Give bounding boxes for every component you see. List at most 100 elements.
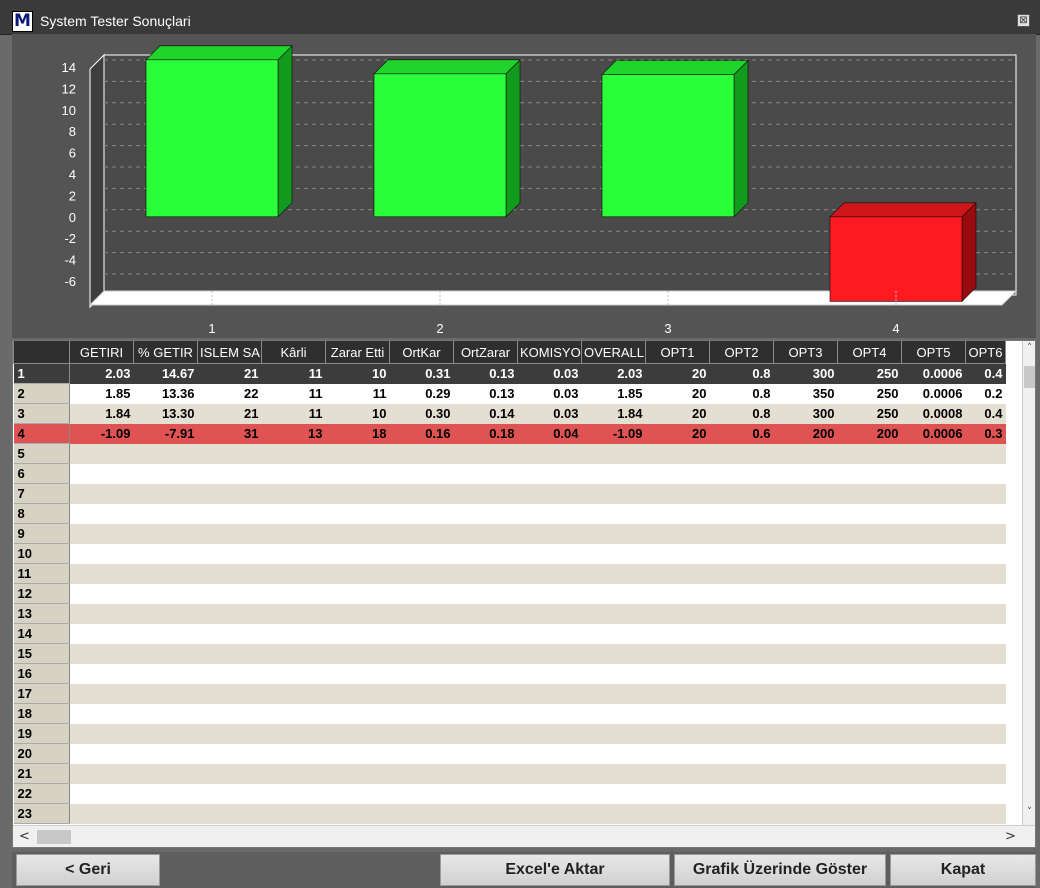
table-cell[interactable]: 0.8 bbox=[709, 383, 774, 404]
table-cell[interactable] bbox=[901, 583, 966, 604]
table-cell[interactable] bbox=[197, 723, 262, 744]
table-cell[interactable] bbox=[709, 483, 774, 504]
table-cell[interactable] bbox=[581, 663, 646, 684]
table-cell[interactable] bbox=[581, 623, 646, 644]
table-cell[interactable] bbox=[197, 583, 262, 604]
table-cell[interactable] bbox=[389, 603, 454, 624]
table-cell[interactable] bbox=[773, 523, 838, 544]
table-cell[interactable] bbox=[69, 743, 134, 764]
table-cell[interactable] bbox=[965, 723, 1006, 744]
row-number[interactable]: 20 bbox=[13, 743, 70, 764]
table-cell[interactable] bbox=[837, 763, 902, 784]
table-cell[interactable] bbox=[261, 503, 326, 524]
table-cell[interactable] bbox=[261, 483, 326, 504]
table-cell[interactable] bbox=[645, 443, 710, 464]
table-cell[interactable] bbox=[837, 563, 902, 584]
table-cell[interactable]: 10 bbox=[325, 403, 390, 424]
table-cell[interactable] bbox=[837, 623, 902, 644]
table-cell[interactable] bbox=[965, 603, 1006, 624]
table-cell[interactable] bbox=[389, 723, 454, 744]
table-cell[interactable]: 0.3 bbox=[965, 423, 1006, 444]
table-cell[interactable] bbox=[645, 563, 710, 584]
table-cell[interactable] bbox=[325, 543, 390, 564]
table-cell[interactable] bbox=[837, 483, 902, 504]
table-row[interactable]: 21 bbox=[13, 763, 1006, 784]
table-cell[interactable]: 20 bbox=[645, 403, 710, 424]
table-cell[interactable] bbox=[709, 703, 774, 724]
table-row[interactable]: 11 bbox=[13, 563, 1006, 584]
table-cell[interactable] bbox=[197, 463, 262, 484]
table-cell[interactable]: 0.14 bbox=[453, 403, 518, 424]
table-cell[interactable] bbox=[325, 563, 390, 584]
table-cell[interactable] bbox=[645, 763, 710, 784]
table-cell[interactable] bbox=[517, 543, 582, 564]
table-cell[interactable] bbox=[645, 783, 710, 804]
table-cell[interactable] bbox=[261, 703, 326, 724]
table-cell[interactable] bbox=[773, 723, 838, 744]
table-cell[interactable] bbox=[837, 443, 902, 464]
table-cell[interactable]: 0.8 bbox=[709, 363, 774, 384]
table-cell[interactable] bbox=[709, 463, 774, 484]
table-cell[interactable]: 13 bbox=[261, 423, 326, 444]
table-cell[interactable] bbox=[709, 663, 774, 684]
table-row[interactable]: 19 bbox=[13, 723, 1006, 744]
table-cell[interactable] bbox=[517, 603, 582, 624]
table-cell[interactable] bbox=[581, 463, 646, 484]
table-cell[interactable] bbox=[453, 663, 518, 684]
table-cell[interactable]: -7.91 bbox=[133, 423, 198, 444]
table-row[interactable]: 14 bbox=[13, 623, 1006, 644]
table-cell[interactable] bbox=[133, 503, 198, 524]
table-cell[interactable] bbox=[773, 663, 838, 684]
row-number[interactable]: 6 bbox=[13, 463, 70, 484]
table-cell[interactable] bbox=[517, 663, 582, 684]
table-cell[interactable] bbox=[197, 743, 262, 764]
table-cell[interactable]: 0.03 bbox=[517, 383, 582, 404]
table-cell[interactable] bbox=[389, 703, 454, 724]
table-cell[interactable] bbox=[837, 803, 902, 824]
table-cell[interactable] bbox=[773, 703, 838, 724]
table-row[interactable]: 13 bbox=[13, 603, 1006, 624]
table-cell[interactable] bbox=[197, 443, 262, 464]
table-cell[interactable] bbox=[261, 543, 326, 564]
table-cell[interactable] bbox=[453, 483, 518, 504]
table-cell[interactable] bbox=[965, 623, 1006, 644]
table-cell[interactable] bbox=[133, 543, 198, 564]
table-cell[interactable] bbox=[325, 643, 390, 664]
table-cell[interactable] bbox=[389, 743, 454, 764]
row-number[interactable]: 22 bbox=[13, 783, 70, 804]
table-cell[interactable] bbox=[453, 603, 518, 624]
column-header[interactable]: OPT4 bbox=[837, 341, 902, 364]
table-cell[interactable]: 0.8 bbox=[709, 403, 774, 424]
table-cell[interactable]: 18 bbox=[325, 423, 390, 444]
table-cell[interactable] bbox=[197, 783, 262, 804]
table-cell[interactable] bbox=[133, 443, 198, 464]
table-cell[interactable] bbox=[453, 543, 518, 564]
table-cell[interactable]: -1.09 bbox=[69, 423, 134, 444]
row-number[interactable]: 23 bbox=[13, 803, 70, 824]
table-cell[interactable] bbox=[581, 443, 646, 464]
table-cell[interactable] bbox=[837, 583, 902, 604]
table-cell[interactable] bbox=[517, 783, 582, 804]
table-cell[interactable] bbox=[69, 763, 134, 784]
table-cell[interactable]: 22 bbox=[197, 383, 262, 404]
column-header[interactable]: Kârli bbox=[261, 341, 326, 364]
table-cell[interactable] bbox=[517, 463, 582, 484]
table-cell[interactable] bbox=[773, 623, 838, 644]
table-cell[interactable] bbox=[773, 763, 838, 784]
table-cell[interactable] bbox=[965, 683, 1006, 704]
table-cell[interactable] bbox=[837, 743, 902, 764]
table-cell[interactable] bbox=[645, 483, 710, 504]
row-number[interactable]: 17 bbox=[13, 683, 70, 704]
table-cell[interactable] bbox=[773, 783, 838, 804]
table-cell[interactable]: 300 bbox=[773, 403, 838, 424]
table-cell[interactable] bbox=[517, 683, 582, 704]
table-cell[interactable]: 21 bbox=[197, 363, 262, 384]
table-cell[interactable]: 21 bbox=[197, 403, 262, 424]
table-cell[interactable] bbox=[837, 603, 902, 624]
table-cell[interactable]: 0.0008 bbox=[901, 403, 966, 424]
table-cell[interactable] bbox=[901, 663, 966, 684]
table-cell[interactable] bbox=[581, 483, 646, 504]
table-cell[interactable] bbox=[645, 703, 710, 724]
table-cell[interactable] bbox=[581, 543, 646, 564]
table-cell[interactable] bbox=[837, 543, 902, 564]
